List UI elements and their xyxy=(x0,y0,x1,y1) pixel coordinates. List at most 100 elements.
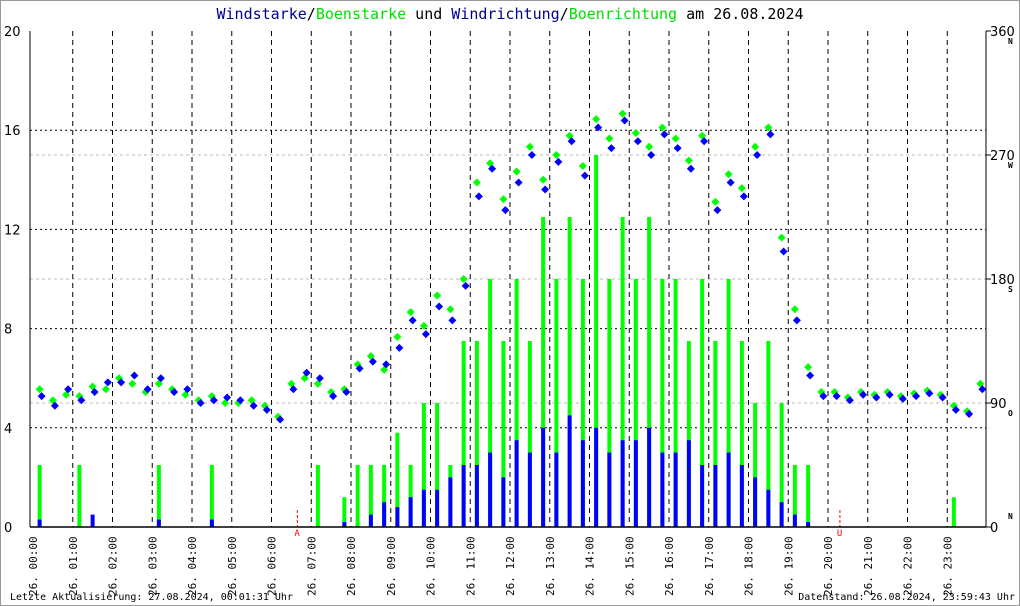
wind-direction-point xyxy=(806,371,815,380)
speed-bar xyxy=(488,452,493,527)
gust-direction-point xyxy=(777,233,786,242)
speed-bar xyxy=(660,452,665,527)
wind-direction-point xyxy=(726,178,735,187)
speed-bar xyxy=(673,452,678,527)
wind-direction-point xyxy=(554,157,563,166)
gust-bar xyxy=(806,465,811,527)
x-tick-label: 26. 01:00 xyxy=(67,536,80,596)
y-left-tick-label: 20 xyxy=(4,25,21,40)
gust-direction-point xyxy=(804,363,813,372)
speed-bar xyxy=(567,415,572,527)
wind-direction-point xyxy=(753,151,762,159)
wind-direction-point xyxy=(527,151,536,159)
wind-direction-point xyxy=(792,316,801,325)
compass-label: N xyxy=(1008,512,1013,521)
x-tick-label: 26. 08:00 xyxy=(345,536,358,596)
wind-direction-point xyxy=(766,130,775,139)
speed-bar xyxy=(554,452,559,527)
y-right-tick-label: 90 xyxy=(990,397,1007,412)
wind-direction-point xyxy=(461,281,470,290)
gust-bar xyxy=(315,465,320,527)
chart-window: Windstarke/Boenstarke und Windrichtung/B… xyxy=(0,0,1020,606)
gust-direction-point xyxy=(618,109,627,118)
x-tick-label: 26. 11:00 xyxy=(464,536,477,596)
gust-direction-point xyxy=(645,142,654,151)
gust-bar xyxy=(951,497,956,527)
speed-bar xyxy=(700,465,705,527)
compass-label: W xyxy=(1008,161,1013,170)
speed-bar xyxy=(792,514,797,527)
speed-bar xyxy=(448,477,453,527)
speed-bar xyxy=(514,440,519,527)
x-tick-label: 26. 19:00 xyxy=(782,536,795,596)
speed-bar xyxy=(686,440,691,527)
wind-direction-point xyxy=(395,343,404,352)
speed-bar xyxy=(779,502,784,527)
x-tick-label: 26. 10:00 xyxy=(425,536,438,596)
wind-direction-point xyxy=(660,130,669,139)
data-timestamp-text: Datenstand: 26.08.2024, 23:59:43 Uhr xyxy=(798,592,1015,603)
compass-label: N xyxy=(1008,37,1013,46)
compass-label: S xyxy=(1008,285,1013,294)
gust-direction-point xyxy=(446,305,455,314)
gust-direction-point xyxy=(525,142,534,151)
x-tick-label: 26. 21:00 xyxy=(862,536,875,596)
wind-direction-point xyxy=(103,378,112,387)
speed-bar xyxy=(395,507,400,527)
wind-direction-point xyxy=(686,164,695,173)
wind-direction-point xyxy=(673,144,682,153)
speed-bar xyxy=(461,465,466,527)
gust-bar xyxy=(209,465,214,527)
gust-direction-point xyxy=(605,134,614,143)
speed-bar xyxy=(620,440,625,527)
x-tick-label: 26. 13:00 xyxy=(544,536,557,596)
wind-direction-point xyxy=(435,302,444,311)
gust-direction-point xyxy=(128,379,137,388)
x-tick-label: 26. 18:00 xyxy=(743,536,756,596)
gust-direction-point xyxy=(552,151,561,159)
y-left-tick-label: 4 xyxy=(4,422,12,437)
wind-direction-point xyxy=(408,316,417,325)
speed-bar xyxy=(753,477,758,527)
wind-direction-point xyxy=(607,144,616,153)
speed-bar xyxy=(541,427,546,527)
speed-bar xyxy=(435,489,440,527)
wind-direction-point xyxy=(713,206,722,215)
gust-direction-point xyxy=(101,385,110,394)
wind-direction-point xyxy=(514,178,523,187)
sun-marker-label: A xyxy=(294,529,300,539)
speed-bar xyxy=(382,502,387,527)
gust-direction-point xyxy=(711,197,720,206)
x-tick-label: 26. 03:00 xyxy=(146,536,159,596)
gust-direction-point xyxy=(684,156,693,165)
gust-bar xyxy=(77,465,82,527)
gust-direction-point xyxy=(393,332,402,341)
gust-direction-point xyxy=(737,184,746,193)
x-tick-label: 26. 02:00 xyxy=(107,536,120,596)
last-update-text: Letzte Aktualisierung: 27.08.2024, 00:01… xyxy=(10,592,293,603)
x-tick-label: 26. 16:00 xyxy=(663,536,676,596)
wind-direction-point xyxy=(474,192,483,201)
compass-label: O xyxy=(1008,409,1013,418)
speed-bar xyxy=(37,519,42,527)
gust-direction-point xyxy=(592,115,601,124)
gust-direction-point xyxy=(790,305,799,314)
wind-direction-point xyxy=(739,192,748,201)
speed-bar xyxy=(633,440,638,527)
gust-direction-point xyxy=(433,291,442,300)
gust-direction-point xyxy=(751,142,760,151)
x-tick-label: 26. 04:00 xyxy=(186,536,199,596)
gust-bar xyxy=(37,465,42,527)
chart-plot: 0481216200N90O180S270W360N26. 00:00 26. 0… xyxy=(4,25,1015,596)
speed-bar xyxy=(713,465,718,527)
gust-direction-point xyxy=(499,195,508,204)
gust-bar xyxy=(156,465,161,527)
speed-bar xyxy=(90,514,95,527)
x-tick-label: 26. 22:00 xyxy=(902,536,915,596)
wind-direction-point xyxy=(647,151,656,159)
gust-direction-point xyxy=(724,170,733,179)
gust-bar xyxy=(355,465,360,527)
speed-bar xyxy=(580,440,585,527)
speed-bar xyxy=(421,489,426,527)
speed-bar xyxy=(594,427,599,527)
